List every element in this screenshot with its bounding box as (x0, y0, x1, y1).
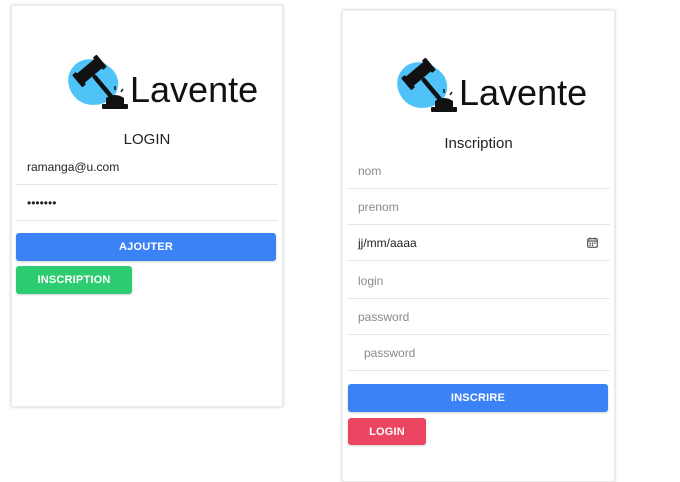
inscrire-button[interactable]: INSCRIRE (348, 384, 608, 412)
inscription-button[interactable]: INSCRIPTION (16, 266, 132, 294)
login-card: Lavente LOGIN AJOUTER INSCRIPTION (11, 5, 283, 407)
page-title: Inscription (444, 135, 513, 152)
page-title: LOGIN (123, 131, 171, 148)
nom-field-wrapper (347, 153, 610, 189)
email-field[interactable] (16, 149, 278, 184)
prenom-field[interactable] (347, 189, 610, 224)
calendar-icon[interactable] (587, 237, 598, 248)
logo-text: Lavente (130, 69, 259, 110)
password-field-wrapper (347, 299, 610, 335)
password-field-wrapper (16, 185, 278, 221)
prenom-field-wrapper (347, 189, 610, 225)
email-field-wrapper (16, 149, 278, 185)
login-field-wrapper (347, 263, 610, 299)
logo: Lavente (391, 55, 587, 115)
gavel-icon (397, 57, 457, 112)
gavel-icon (68, 54, 128, 109)
birthdate-field[interactable] (347, 225, 610, 260)
logo: Lavente (62, 52, 258, 112)
ajouter-button[interactable]: AJOUTER (16, 233, 276, 261)
nom-field[interactable] (347, 153, 610, 188)
login-button[interactable]: LOGIN (348, 418, 426, 445)
signup-card: Lavente Inscription INSCRIRE LOGIN (342, 10, 615, 482)
password-field[interactable] (347, 299, 610, 334)
password-field[interactable] (16, 185, 278, 220)
date-field-wrapper (347, 225, 610, 261)
login-field[interactable] (347, 263, 610, 298)
password-confirm-field-wrapper (347, 335, 610, 371)
logo-text: Lavente (459, 72, 588, 113)
password-confirm-field[interactable] (347, 335, 610, 370)
